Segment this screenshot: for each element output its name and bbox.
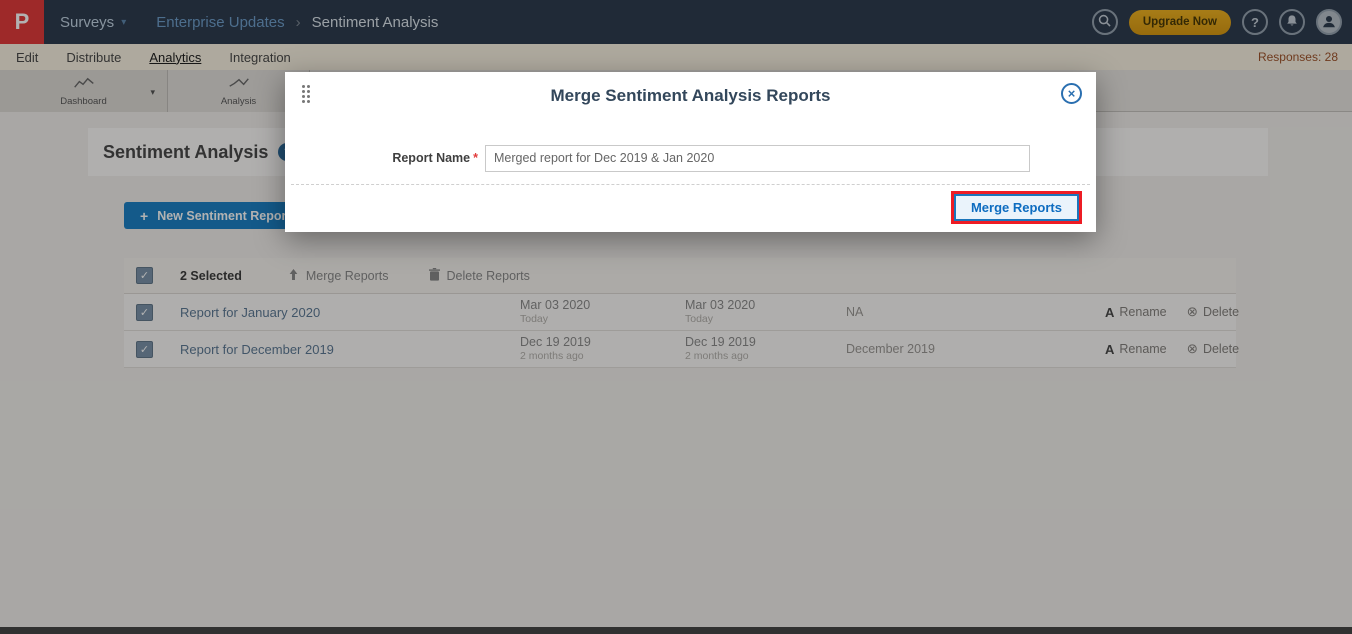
- required-asterisk: *: [473, 151, 478, 165]
- app-window: P Surveys ▾ Enterprise Updates › Sentime…: [0, 0, 1352, 634]
- report-name-label: Report Name*: [285, 151, 478, 165]
- close-icon: ×: [1068, 87, 1076, 100]
- merge-button-highlight: Merge Reports: [951, 191, 1082, 224]
- close-button[interactable]: ×: [1061, 83, 1082, 104]
- report-name-input[interactable]: [485, 145, 1030, 172]
- report-name-label-text: Report Name: [392, 151, 470, 165]
- modal-title: Merge Sentiment Analysis Reports: [285, 86, 1096, 106]
- merge-reports-button[interactable]: Merge Reports: [954, 194, 1079, 221]
- report-name-field-row: Report Name*: [285, 144, 1096, 172]
- modal-footer-divider: [291, 184, 1090, 185]
- merge-reports-modal: Merge Sentiment Analysis Reports × Repor…: [285, 72, 1096, 232]
